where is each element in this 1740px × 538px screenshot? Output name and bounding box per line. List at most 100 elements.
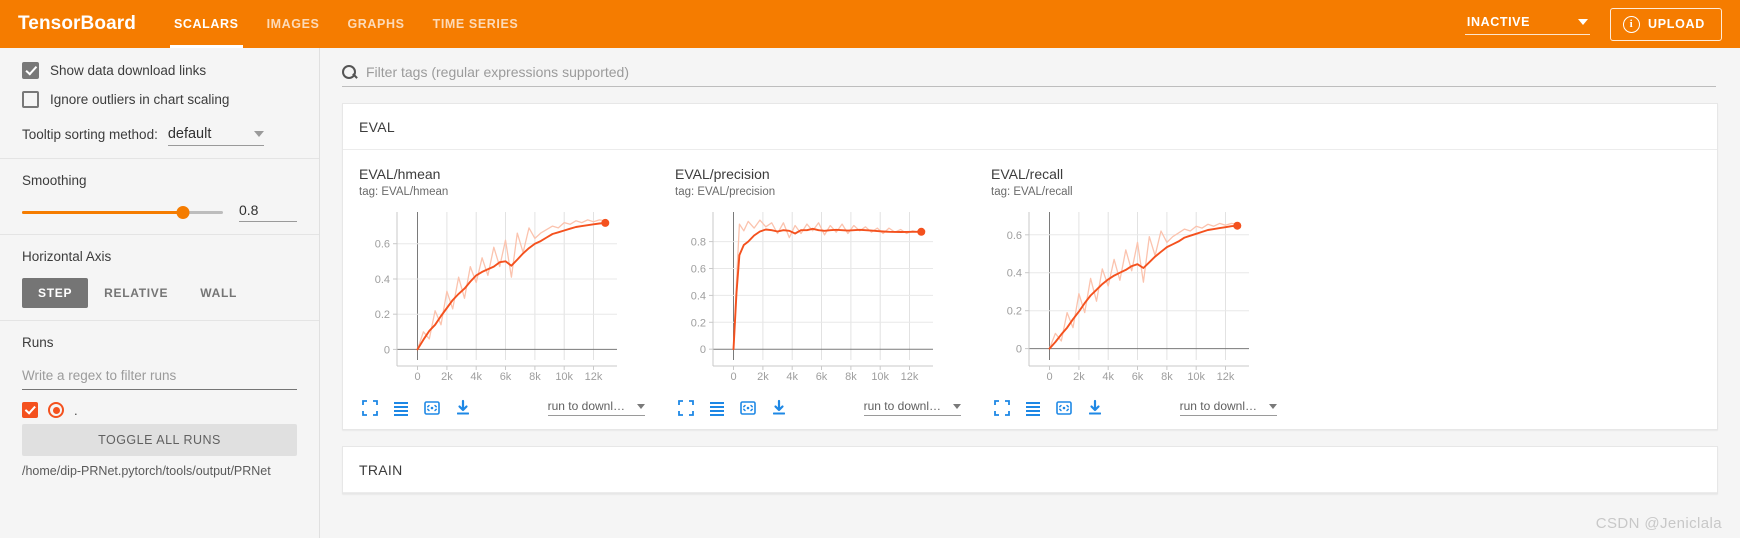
sidebar-horizontal-axis-section: Horizontal Axis STEP RELATIVE WALL: [0, 235, 319, 321]
run-list-item: .: [22, 402, 297, 418]
smoothing-slider[interactable]: [22, 205, 223, 219]
svg-text:10k: 10k: [871, 371, 889, 383]
run-status-select[interactable]: INACTIVE: [1464, 13, 1591, 35]
sidebar-options-section: Show data download links Ignore outliers…: [0, 48, 319, 159]
runs-filter-input[interactable]: Write a regex to filter runs: [22, 364, 297, 390]
svg-text:0.4: 0.4: [1007, 267, 1022, 279]
svg-text:10k: 10k: [1187, 371, 1205, 383]
download-icon[interactable]: [454, 399, 472, 417]
run-to-download-select[interactable]: run to downl…: [547, 399, 645, 416]
svg-text:4k: 4k: [1102, 371, 1114, 383]
chart-plot[interactable]: 0 0.2 0.4 0.6 0.8 0 2k 4k 6k 8k 10k 12k: [673, 206, 975, 393]
svg-text:0.2: 0.2: [1007, 305, 1022, 317]
svg-text:2k: 2k: [1073, 371, 1085, 383]
svg-text:0.2: 0.2: [375, 309, 390, 321]
svg-text:4k: 4k: [470, 371, 482, 383]
nav-tabs: SCALARS IMAGES GRAPHS TIME SERIES: [160, 0, 532, 48]
download-icon[interactable]: [770, 399, 788, 417]
svg-text:0.2: 0.2: [691, 317, 706, 329]
upload-button-label: UPLOAD: [1648, 17, 1705, 31]
chart-plot[interactable]: 0 0.2 0.4 0.6 0 2k 4k 6k 8k 10k 12k: [989, 206, 1291, 393]
show-download-links-checkbox[interactable]: [22, 62, 39, 79]
svg-text:6k: 6k: [500, 371, 512, 383]
ignore-outliers-row[interactable]: Ignore outliers in chart scaling: [22, 91, 297, 108]
settings-sidebar: Show data download links Ignore outliers…: [0, 48, 320, 538]
tab-graphs[interactable]: GRAPHS: [333, 0, 418, 48]
chart-card: EVAL/hmean tag: EVAL/hmean 0 0.2 0.4 0.6 0 2k 4k…: [343, 156, 659, 429]
svg-text:10k: 10k: [555, 371, 573, 383]
chart-header: EVAL/recall tag: EVAL/recall: [989, 166, 1291, 198]
svg-text:12k: 12k: [1217, 371, 1235, 383]
svg-text:0.4: 0.4: [375, 274, 390, 286]
tooltip-sorting-row: Tooltip sorting method: default: [22, 126, 297, 146]
svg-text:4k: 4k: [786, 371, 798, 383]
run-path-label: /home/dip-PRNet.pytorch/tools/output/PRN…: [22, 464, 271, 478]
svg-text:2k: 2k: [441, 371, 453, 383]
tooltip-sorting-select[interactable]: default: [167, 126, 264, 146]
run-selected-radio[interactable]: [48, 402, 64, 418]
runs-title: Runs: [22, 335, 54, 350]
smoothing-value-input[interactable]: 0.8: [239, 202, 297, 222]
axis-option-step[interactable]: STEP: [22, 278, 89, 308]
tab-scalars[interactable]: SCALARS: [160, 0, 253, 48]
tab-images[interactable]: IMAGES: [253, 0, 334, 48]
upload-button[interactable]: i UPLOAD: [1610, 7, 1722, 41]
run-status-value: INACTIVE: [1466, 15, 1531, 29]
svg-text:0: 0: [1046, 371, 1052, 383]
svg-text:6k: 6k: [1132, 371, 1144, 383]
sidebar-runs-section: Runs Write a regex to filter runs . TOGG…: [0, 321, 319, 490]
chevron-down-icon: [1578, 19, 1589, 25]
run-to-download-value: run to downl…: [1179, 399, 1257, 413]
svg-text:0: 0: [730, 371, 736, 383]
svg-text:0.6: 0.6: [1007, 229, 1022, 241]
tag-filter-bar[interactable]: Filter tags (regular expressions support…: [342, 64, 1716, 87]
svg-text:0: 0: [1016, 343, 1022, 355]
svg-text:8k: 8k: [1161, 371, 1173, 383]
ignore-outliers-checkbox[interactable]: [22, 91, 39, 108]
chart-tag: tag: EVAL/recall: [991, 185, 1073, 198]
chart-toolbar: run to downl…: [357, 393, 659, 429]
chart-toolbar: run to downl…: [989, 393, 1291, 429]
lines-icon[interactable]: [708, 399, 726, 417]
expand-icon[interactable]: [677, 399, 695, 417]
app-bar: TensorBoard SCALARS IMAGES GRAPHS TIME S…: [0, 0, 1740, 48]
tooltip-sorting-value: default: [167, 126, 212, 142]
axis-option-relative[interactable]: RELATIVE: [88, 278, 184, 308]
chart-title: EVAL/hmean: [359, 166, 441, 182]
smoothing-title: Smoothing: [22, 173, 87, 188]
svg-text:0: 0: [700, 344, 706, 356]
svg-text:0.8: 0.8: [691, 236, 706, 248]
info-icon: i: [1623, 15, 1641, 33]
run-to-download-value: run to downl…: [547, 399, 625, 413]
eval-section-title: EVAL: [343, 104, 1717, 150]
axis-option-wall[interactable]: WALL: [184, 278, 253, 308]
fit-icon[interactable]: [739, 399, 757, 417]
chart-title: EVAL/precision: [675, 166, 770, 182]
tab-time-series[interactable]: TIME SERIES: [419, 0, 533, 48]
lines-icon[interactable]: [392, 399, 410, 417]
fit-icon[interactable]: [1055, 399, 1073, 417]
lines-icon[interactable]: [1024, 399, 1042, 417]
download-icon[interactable]: [1086, 399, 1104, 417]
fit-icon[interactable]: [423, 399, 441, 417]
toggle-all-runs-button[interactable]: TOGGLE ALL RUNS: [22, 424, 297, 456]
show-download-links-label: Show data download links: [50, 63, 207, 78]
chart-card: EVAL/precision tag: EVAL/precision 0 0.2 0.4…: [659, 156, 975, 429]
expand-icon[interactable]: [361, 399, 379, 417]
chart-card: EVAL/recall tag: EVAL/recall 0 0.2 0.4 0.6 0 2k…: [975, 156, 1291, 429]
run-to-download-value: run to downl…: [863, 399, 941, 413]
chevron-down-icon: [253, 131, 264, 137]
run-to-download-select[interactable]: run to downl…: [863, 399, 961, 416]
tooltip-sorting-label: Tooltip sorting method:: [22, 127, 158, 142]
tag-filter-input[interactable]: Filter tags (regular expressions support…: [366, 64, 629, 80]
run-enabled-checkbox[interactable]: [22, 402, 38, 418]
expand-icon[interactable]: [993, 399, 1011, 417]
slider-thumb[interactable]: [176, 205, 190, 219]
app-brand: TensorBoard: [18, 13, 136, 34]
eval-section-card: EVAL EVAL/hmean tag: EVAL/hmean 0 0.2 0.4 0.6…: [342, 103, 1718, 430]
sidebar-smoothing-section: Smoothing 0.8: [0, 159, 319, 235]
watermark-text: CSDN @Jeniclala: [1595, 515, 1722, 532]
show-download-links-row[interactable]: Show data download links: [22, 62, 297, 79]
chart-plot[interactable]: 0 0.2 0.4 0.6 0 2k 4k 6k 8k 10k 12k: [357, 206, 659, 393]
run-to-download-select[interactable]: run to downl…: [1179, 399, 1277, 416]
